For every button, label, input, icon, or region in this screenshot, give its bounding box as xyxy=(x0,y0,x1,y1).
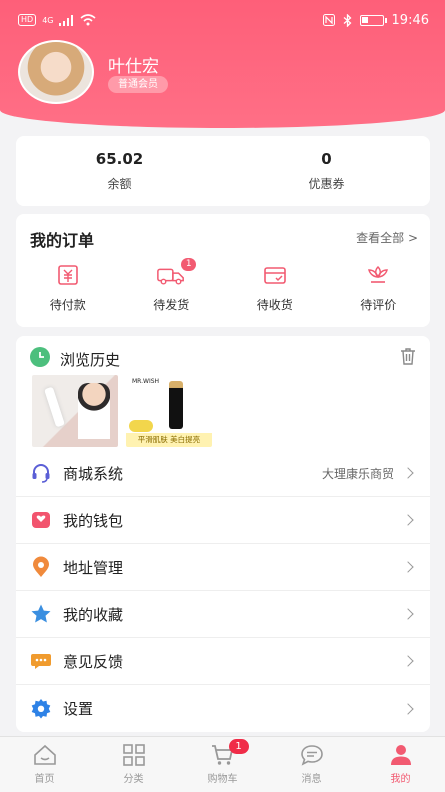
tab-label: 购物车 xyxy=(207,774,238,785)
history-card: 浏览历史 MR.WISH 平滑肌肤 美白提亮 商城系统 大理康乐商贸 我的钱包 xyxy=(16,336,430,732)
chevron-right-icon xyxy=(402,561,414,573)
cart-badge: 1 xyxy=(228,739,249,754)
gear-icon xyxy=(30,698,52,720)
history-thumbnail[interactable]: MR.WISH 平滑肌肤 美白提亮 xyxy=(126,375,212,447)
thumbnail-caption: 平滑肌肤 美白提亮 xyxy=(126,433,212,447)
nfc-icon xyxy=(322,14,335,26)
order-pending-payment[interactable]: 待付款 xyxy=(16,262,120,313)
user-name: 叶仕宏 xyxy=(108,57,159,77)
view-all-orders-link[interactable]: 查看全部 > xyxy=(356,229,418,246)
chevron-right-icon xyxy=(402,514,414,526)
order-count-badge: 1 xyxy=(181,258,197,271)
battery-icon xyxy=(359,14,387,26)
menu-item-address[interactable]: 地址管理 xyxy=(16,544,430,591)
tab-label: 我的 xyxy=(390,774,411,785)
order-label: 待发货 xyxy=(153,298,190,312)
bottom-tab-bar: 首页 分类 1 购物车 消息 我的 xyxy=(0,736,445,792)
menu-item-favorites[interactable]: 我的收藏 xyxy=(16,591,430,638)
chevron-right-icon xyxy=(402,467,414,479)
history-title: 浏览历史 xyxy=(60,350,121,369)
coupon-label: 优惠券 xyxy=(308,177,345,191)
wifi-icon xyxy=(80,14,97,26)
order-pending-shipment[interactable]: 1 待发货 xyxy=(120,258,224,313)
menu-item-mall-system[interactable]: 商城系统 大理康乐商贸 xyxy=(16,450,430,497)
tab-mine[interactable]: 我的 xyxy=(356,737,445,792)
menu-label: 设置 xyxy=(63,700,94,718)
coupon-item[interactable]: 0 优惠券 xyxy=(223,136,430,206)
balance-label: 余额 xyxy=(107,177,132,191)
menu-item-feedback[interactable]: 意见反馈 xyxy=(16,638,430,685)
chevron-right-icon xyxy=(402,608,414,620)
coupon-value: 0 xyxy=(321,150,332,168)
tab-cart[interactable]: 1 购物车 xyxy=(178,737,267,792)
status-bar: HD 4G 19:46 xyxy=(0,0,445,40)
menu-value: 大理康乐商贸 xyxy=(321,466,394,481)
thumbnail-brand: MR.WISH xyxy=(132,378,160,385)
order-pending-receipt[interactable]: 待收货 xyxy=(223,262,327,313)
receive-box-icon xyxy=(260,262,290,288)
chevron-right-icon xyxy=(402,655,414,667)
payment-icon xyxy=(53,262,83,288)
order-pending-review[interactable]: 待评价 xyxy=(327,262,431,313)
status-time: 19:46 xyxy=(391,12,429,28)
order-label: 待收货 xyxy=(256,298,293,312)
location-pin-icon xyxy=(30,556,52,578)
orders-card: 我的订单 查看全部 > 待付款 1 待发货 待收货 待评价 xyxy=(16,214,430,327)
star-icon xyxy=(30,603,52,625)
menu-item-wallet[interactable]: 我的钱包 xyxy=(16,497,430,544)
avatar[interactable] xyxy=(18,40,94,104)
signal-icon xyxy=(59,14,74,26)
balance-item[interactable]: 65.02 余额 xyxy=(16,136,223,206)
grid-icon xyxy=(122,744,145,766)
menu-label: 地址管理 xyxy=(63,558,124,577)
tab-home[interactable]: 首页 xyxy=(0,737,89,792)
tab-messages[interactable]: 消息 xyxy=(267,737,356,792)
order-label: 待付款 xyxy=(49,298,86,312)
tab-category[interactable]: 分类 xyxy=(89,737,178,792)
menu-item-settings[interactable]: 设置 xyxy=(16,685,430,732)
balance-card: 65.02 余额 0 优惠券 xyxy=(16,136,430,206)
clock-icon xyxy=(30,347,50,371)
member-level-badge: 普通会员 xyxy=(108,76,168,93)
wallet-icon xyxy=(30,509,52,531)
tab-label: 分类 xyxy=(123,774,144,785)
trash-icon[interactable] xyxy=(400,347,416,369)
signal-text: 4G xyxy=(42,15,54,25)
chat-bubble-icon xyxy=(30,650,52,672)
home-icon xyxy=(33,744,56,765)
menu-label: 商城系统 xyxy=(63,464,124,483)
headset-icon xyxy=(30,462,52,484)
profile-icon xyxy=(390,745,411,765)
order-label: 待评价 xyxy=(360,298,397,312)
message-icon xyxy=(300,745,323,766)
menu-label: 我的收藏 xyxy=(63,605,124,624)
orders-title: 我的订单 xyxy=(30,231,95,250)
tab-label: 消息 xyxy=(301,774,322,785)
hd-badge: HD xyxy=(18,14,37,26)
tab-label: 首页 xyxy=(34,774,55,785)
chevron-right-icon xyxy=(402,702,414,715)
bluetooth-icon xyxy=(343,13,351,27)
menu-label: 意见反馈 xyxy=(63,652,124,671)
balance-value: 65.02 xyxy=(95,150,144,168)
history-thumbnail[interactable] xyxy=(32,375,118,447)
menu-label: 我的钱包 xyxy=(63,511,124,530)
review-flower-icon xyxy=(363,262,393,288)
